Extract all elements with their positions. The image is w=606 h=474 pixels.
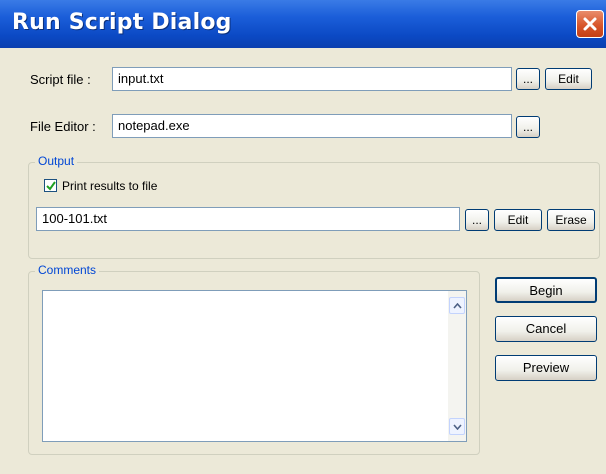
run-script-dialog: Run Script Dialog Script file : input.tx… [0, 0, 606, 474]
output-file-browse-button[interactable]: ... [465, 209, 489, 231]
comments-group-title: Comments [35, 263, 100, 277]
close-button[interactable] [576, 10, 604, 38]
cancel-button[interactable]: Cancel [495, 316, 597, 342]
checkmark-icon [46, 181, 56, 191]
dialog-title: Run Script Dialog [12, 10, 232, 35]
output-file-erase-button[interactable]: Erase [547, 209, 595, 231]
file-editor-browse-button[interactable]: ... [516, 116, 540, 138]
output-file-input[interactable]: 100-101.txt [36, 207, 460, 231]
comments-scrollbar[interactable] [448, 291, 466, 441]
preview-button[interactable]: Preview [495, 355, 597, 381]
print-results-label[interactable]: Print results to file [62, 179, 157, 193]
file-editor-input[interactable]: notepad.exe [112, 114, 512, 138]
script-file-label: Script file : [30, 72, 91, 87]
chevron-down-icon [453, 424, 462, 430]
title-bar[interactable]: Run Script Dialog [0, 0, 606, 48]
output-file-edit-button[interactable]: Edit [494, 209, 542, 231]
comments-textarea[interactable] [42, 290, 467, 442]
begin-button[interactable]: Begin [495, 277, 597, 303]
file-editor-label: File Editor : [30, 119, 96, 134]
script-file-input[interactable]: input.txt [112, 67, 512, 91]
close-icon [583, 17, 597, 31]
scroll-up-button[interactable] [449, 297, 465, 314]
script-file-edit-button[interactable]: Edit [545, 68, 592, 90]
output-group-title: Output [35, 154, 78, 168]
scroll-down-button[interactable] [449, 418, 465, 435]
script-file-browse-button[interactable]: ... [516, 68, 540, 90]
print-results-checkbox[interactable] [44, 179, 57, 192]
chevron-up-icon [453, 303, 462, 309]
